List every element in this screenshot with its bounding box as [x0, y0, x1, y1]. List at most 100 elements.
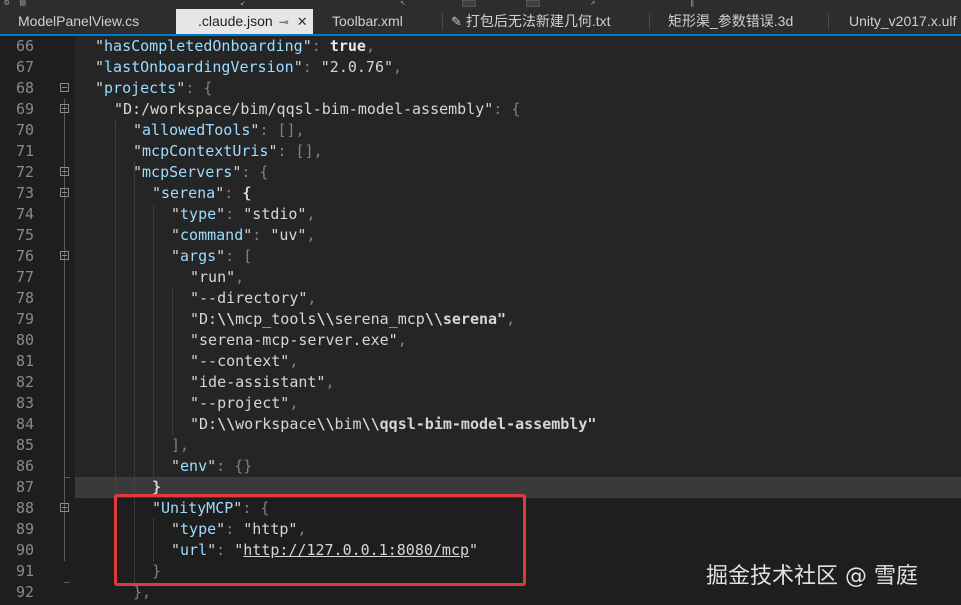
code-line[interactable]: 85], [0, 435, 961, 456]
code-token: "--context" [190, 352, 290, 370]
line-number: 77 [15, 268, 34, 286]
code-line[interactable]: 77 "run", [0, 267, 961, 288]
code-token: { [242, 184, 252, 202]
highlight-box [114, 494, 526, 586]
code-text: ], [171, 435, 189, 456]
line-number: 75 [15, 226, 34, 244]
code-token: " [171, 247, 181, 265]
code-token: workspace [235, 415, 317, 433]
line-number: 67 [15, 58, 34, 76]
code-line[interactable]: 86 "env": {} [0, 456, 961, 477]
toolbar-toggle[interactable] [462, 0, 476, 7]
code-token: , [397, 331, 407, 349]
code-line[interactable]: 81 "--context", [0, 351, 961, 372]
code-token: " [133, 121, 143, 139]
code-text: "serena-mcp-server.exe", [190, 330, 407, 351]
code-token: bim [334, 415, 362, 433]
code-text: "mcpContextUris": [], [133, 141, 323, 162]
toolbar-icon[interactable]: ▤ [20, 0, 25, 8]
toolbar-toggle[interactable] [526, 0, 540, 7]
code-text: "--context", [190, 351, 298, 372]
format-icon[interactable]: ∥ [690, 0, 695, 8]
arrow-icon[interactable]: ↖ [400, 0, 405, 8]
line-number: 83 [15, 394, 34, 412]
collapse-icon[interactable] [60, 188, 69, 197]
code-token: allowedTools [142, 121, 251, 139]
line-number: 76 [15, 247, 34, 265]
code-token: \\ [316, 310, 335, 328]
arrow-icon[interactable]: ↙ [240, 0, 245, 8]
code-token: " [133, 142, 143, 160]
code-line[interactable]: 83 "--project", [0, 393, 961, 414]
code-text: "type": "stdio", [171, 204, 316, 225]
code-text: "D:/workspace/bim/qqsl-bim-model-assembl… [114, 99, 520, 120]
code-line[interactable]: 74 "type": "stdio", [0, 204, 961, 225]
collapse-icon[interactable] [60, 83, 69, 92]
code-line[interactable]: 73 "serena": { [0, 183, 961, 204]
code-token: "--directory" [190, 289, 308, 307]
code-line[interactable]: 79 "D:\\mcp_tools\\serena_mcp\\serena", [0, 309, 961, 330]
code-line[interactable]: 70 "allowedTools": [], [0, 120, 961, 141]
code-token: "run" [190, 268, 236, 286]
code-token: "2.0.76" [320, 58, 394, 76]
code-line[interactable]: 66 "hasCompletedOnboarding": true, [0, 36, 961, 57]
code-text: "hasCompletedOnboarding": true, [95, 36, 375, 57]
collapse-icon[interactable] [60, 251, 69, 260]
tab-txt-file[interactable]: ✎ 打包后无法新建几何.txt [443, 9, 649, 34]
code-line[interactable]: 78 "--directory", [0, 288, 961, 309]
tab-ulf-file[interactable]: Unity_v2017.x.ulf [829, 9, 961, 34]
line-number: 91 [15, 562, 34, 580]
settings-icon[interactable]: ⚙ [4, 0, 9, 8]
code-token: : { [241, 163, 269, 181]
line-number: 72 [15, 163, 34, 181]
collapse-icon[interactable] [60, 167, 69, 176]
code-line[interactable]: 82 "ide-assistant", [0, 372, 961, 393]
tab-claude-json[interactable]: .claude.json ⊸ ✕ [176, 9, 313, 34]
code-token: " [207, 457, 217, 475]
tab-label: Toolbar.xml [332, 13, 403, 29]
line-number: 71 [15, 142, 34, 160]
collapse-icon[interactable] [60, 104, 69, 113]
code-line[interactable]: 76 "args": [ [0, 246, 961, 267]
line-number: 85 [15, 436, 34, 454]
fold-end [64, 582, 70, 583]
code-token: " [95, 37, 105, 55]
code-token: , [325, 373, 335, 391]
code-token: serena [161, 184, 216, 202]
code-line[interactable]: 75 "command": "uv", [0, 225, 961, 246]
code-token: " [216, 205, 226, 223]
code-token: " [268, 142, 278, 160]
code-token: \\serena" [424, 310, 507, 328]
code-text: "D:\\workspace\\bim\\qqsl-bim-model-asse… [190, 414, 596, 435]
code-line[interactable]: 80 "serena-mcp-server.exe", [0, 330, 961, 351]
collapse-icon[interactable] [60, 503, 69, 512]
code-text: "serena": { [152, 183, 251, 204]
tab-toolbar-xml[interactable]: Toolbar.xml [314, 9, 442, 34]
code-token: \\qqsl-bim-model-assembly" [361, 415, 597, 433]
code-token: , [365, 37, 375, 55]
code-token: "D:/workspace/bim/qqsl-bim-model-assembl… [114, 100, 494, 118]
tab-3d-file[interactable]: 矩形渠_参数错误.3d [650, 9, 828, 34]
code-token: : { [185, 79, 213, 97]
code-line[interactable]: 84 "D:\\workspace\\bim\\qqsl-bim-model-as… [0, 414, 961, 435]
cursor-icon[interactable]: ↗ [590, 0, 595, 8]
code-line[interactable]: 67 "lastOnboardingVersion": "2.0.76", [0, 57, 961, 78]
code-token: command [180, 226, 244, 244]
code-token: ], [171, 436, 190, 454]
code-token: " [152, 184, 162, 202]
tab-modelpanelview[interactable]: ModelPanelView.cs [0, 9, 175, 34]
code-token: : [ [225, 247, 253, 265]
code-line[interactable]: 72 "mcpServers": { [0, 162, 961, 183]
close-icon[interactable]: ✕ [297, 14, 308, 29]
code-line[interactable]: 71 "mcpContextUris": [], [0, 141, 961, 162]
code-token: : { [493, 100, 521, 118]
code-text: "--project", [190, 393, 298, 414]
code-line[interactable]: 69 "D:/workspace/bim/qqsl-bim-model-assem… [0, 99, 961, 120]
code-token: " [243, 226, 253, 244]
code-text: "ide-assistant", [190, 372, 335, 393]
code-token: : {} [216, 457, 253, 475]
pin-icon[interactable]: ⊸ [279, 15, 289, 29]
code-token: : [225, 205, 244, 223]
line-number: 66 [15, 37, 34, 55]
code-line[interactable]: 68 "projects": { [0, 78, 961, 99]
